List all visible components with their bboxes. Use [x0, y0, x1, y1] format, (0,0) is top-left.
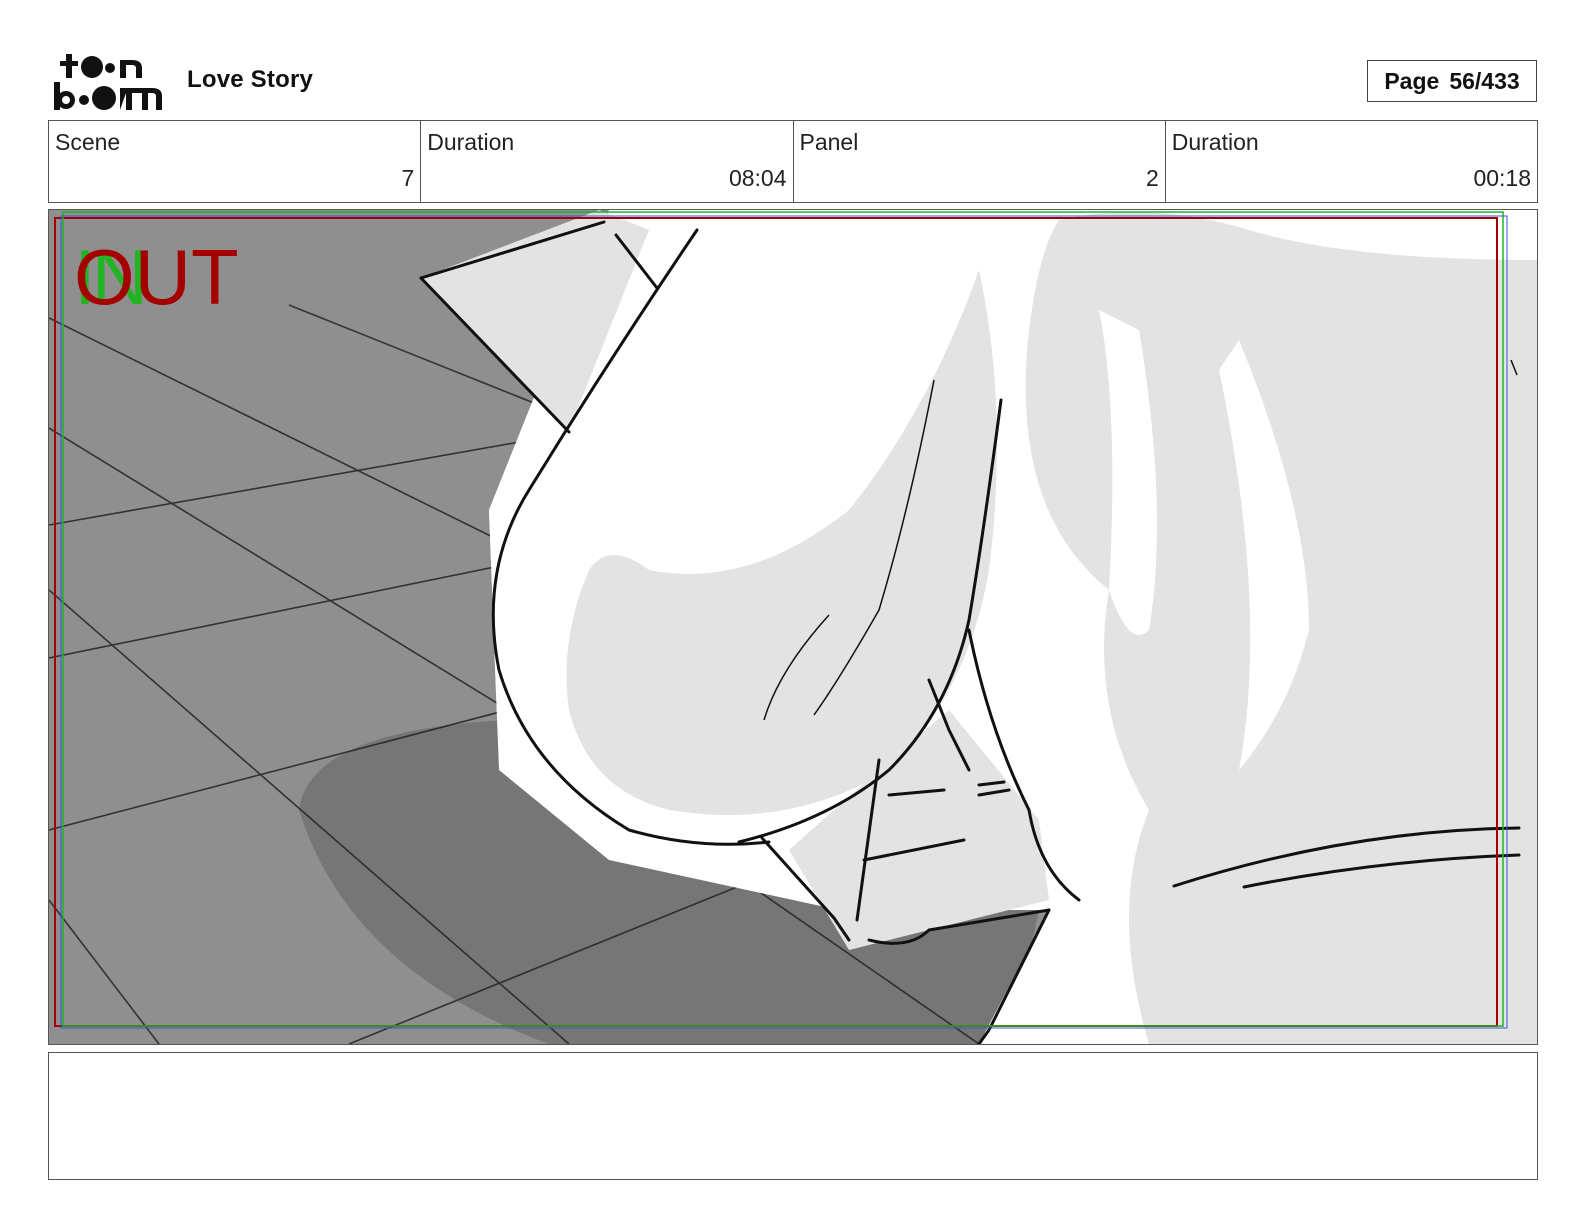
panel-label: Panel [799, 129, 859, 155]
scene-duration-label: Duration [427, 129, 515, 155]
scene-cell: Scene 7 [49, 121, 422, 202]
project-title: Love Story [187, 66, 314, 93]
scene-duration-cell: Duration 08:04 [421, 121, 794, 202]
page-number: 56/433 [1449, 67, 1520, 94]
page-indicator: Page 56/433 [1367, 60, 1537, 102]
info-table: Scene 7 Duration 08:04 Panel 2 Duration … [48, 120, 1538, 203]
scene-duration-value: 08:04 [728, 165, 787, 191]
panel-duration-cell: Duration 00:18 [1166, 121, 1537, 202]
panel-duration-value: 00:18 [1473, 165, 1531, 191]
panel-notes-box [48, 1052, 1538, 1180]
panel-duration-label: Duration [1171, 129, 1259, 155]
scene-label: Scene [55, 129, 121, 155]
scene-value: 7 [401, 165, 415, 191]
panel-drawing [49, 210, 1537, 1044]
panel-value: 2 [1145, 165, 1159, 191]
storyboard-panel: IN OUT [48, 209, 1538, 1045]
panel-cell: Panel 2 [794, 121, 1166, 202]
page-label: Page [1384, 67, 1440, 94]
toonboom-logo [52, 52, 164, 112]
out-marker: OUT [74, 233, 239, 321]
